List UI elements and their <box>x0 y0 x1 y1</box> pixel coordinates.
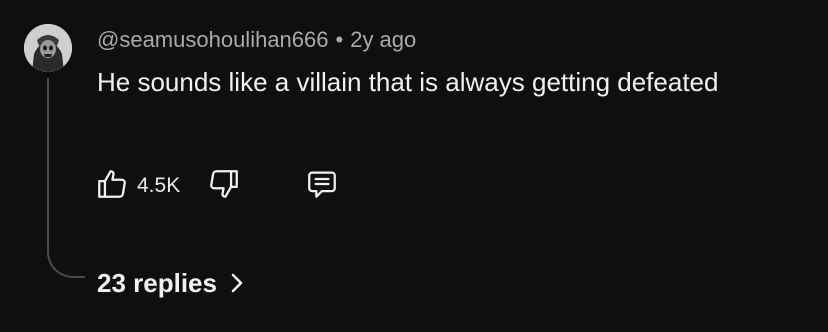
comment-icon <box>305 167 339 206</box>
comment-header: @seamusohoulihan666 • 2y ago <box>97 26 416 54</box>
thread-connector <box>47 78 85 278</box>
meta-separator: • <box>335 27 344 52</box>
dislike-button[interactable] <box>207 166 241 206</box>
reply-button[interactable] <box>305 166 339 206</box>
avatar[interactable] <box>24 24 72 72</box>
like-count: 4.5K <box>137 174 181 197</box>
comment-text: He sounds like a villain that is always … <box>97 67 719 97</box>
replies-label: 23 replies <box>97 267 217 298</box>
avatar-image <box>24 24 72 72</box>
comment-timestamp[interactable]: 2y ago <box>350 27 416 52</box>
author-handle[interactable]: @seamusohoulihan666 <box>97 27 329 52</box>
thumbs-up-icon <box>95 167 129 206</box>
view-replies-button[interactable]: 23 replies <box>97 263 245 303</box>
chevron-right-icon <box>229 271 245 295</box>
like-button[interactable]: 4.5K <box>95 166 180 206</box>
comment-thread: @seamusohoulihan666 • 2y ago He sounds lik… <box>0 0 828 332</box>
thumbs-down-icon <box>207 167 241 206</box>
